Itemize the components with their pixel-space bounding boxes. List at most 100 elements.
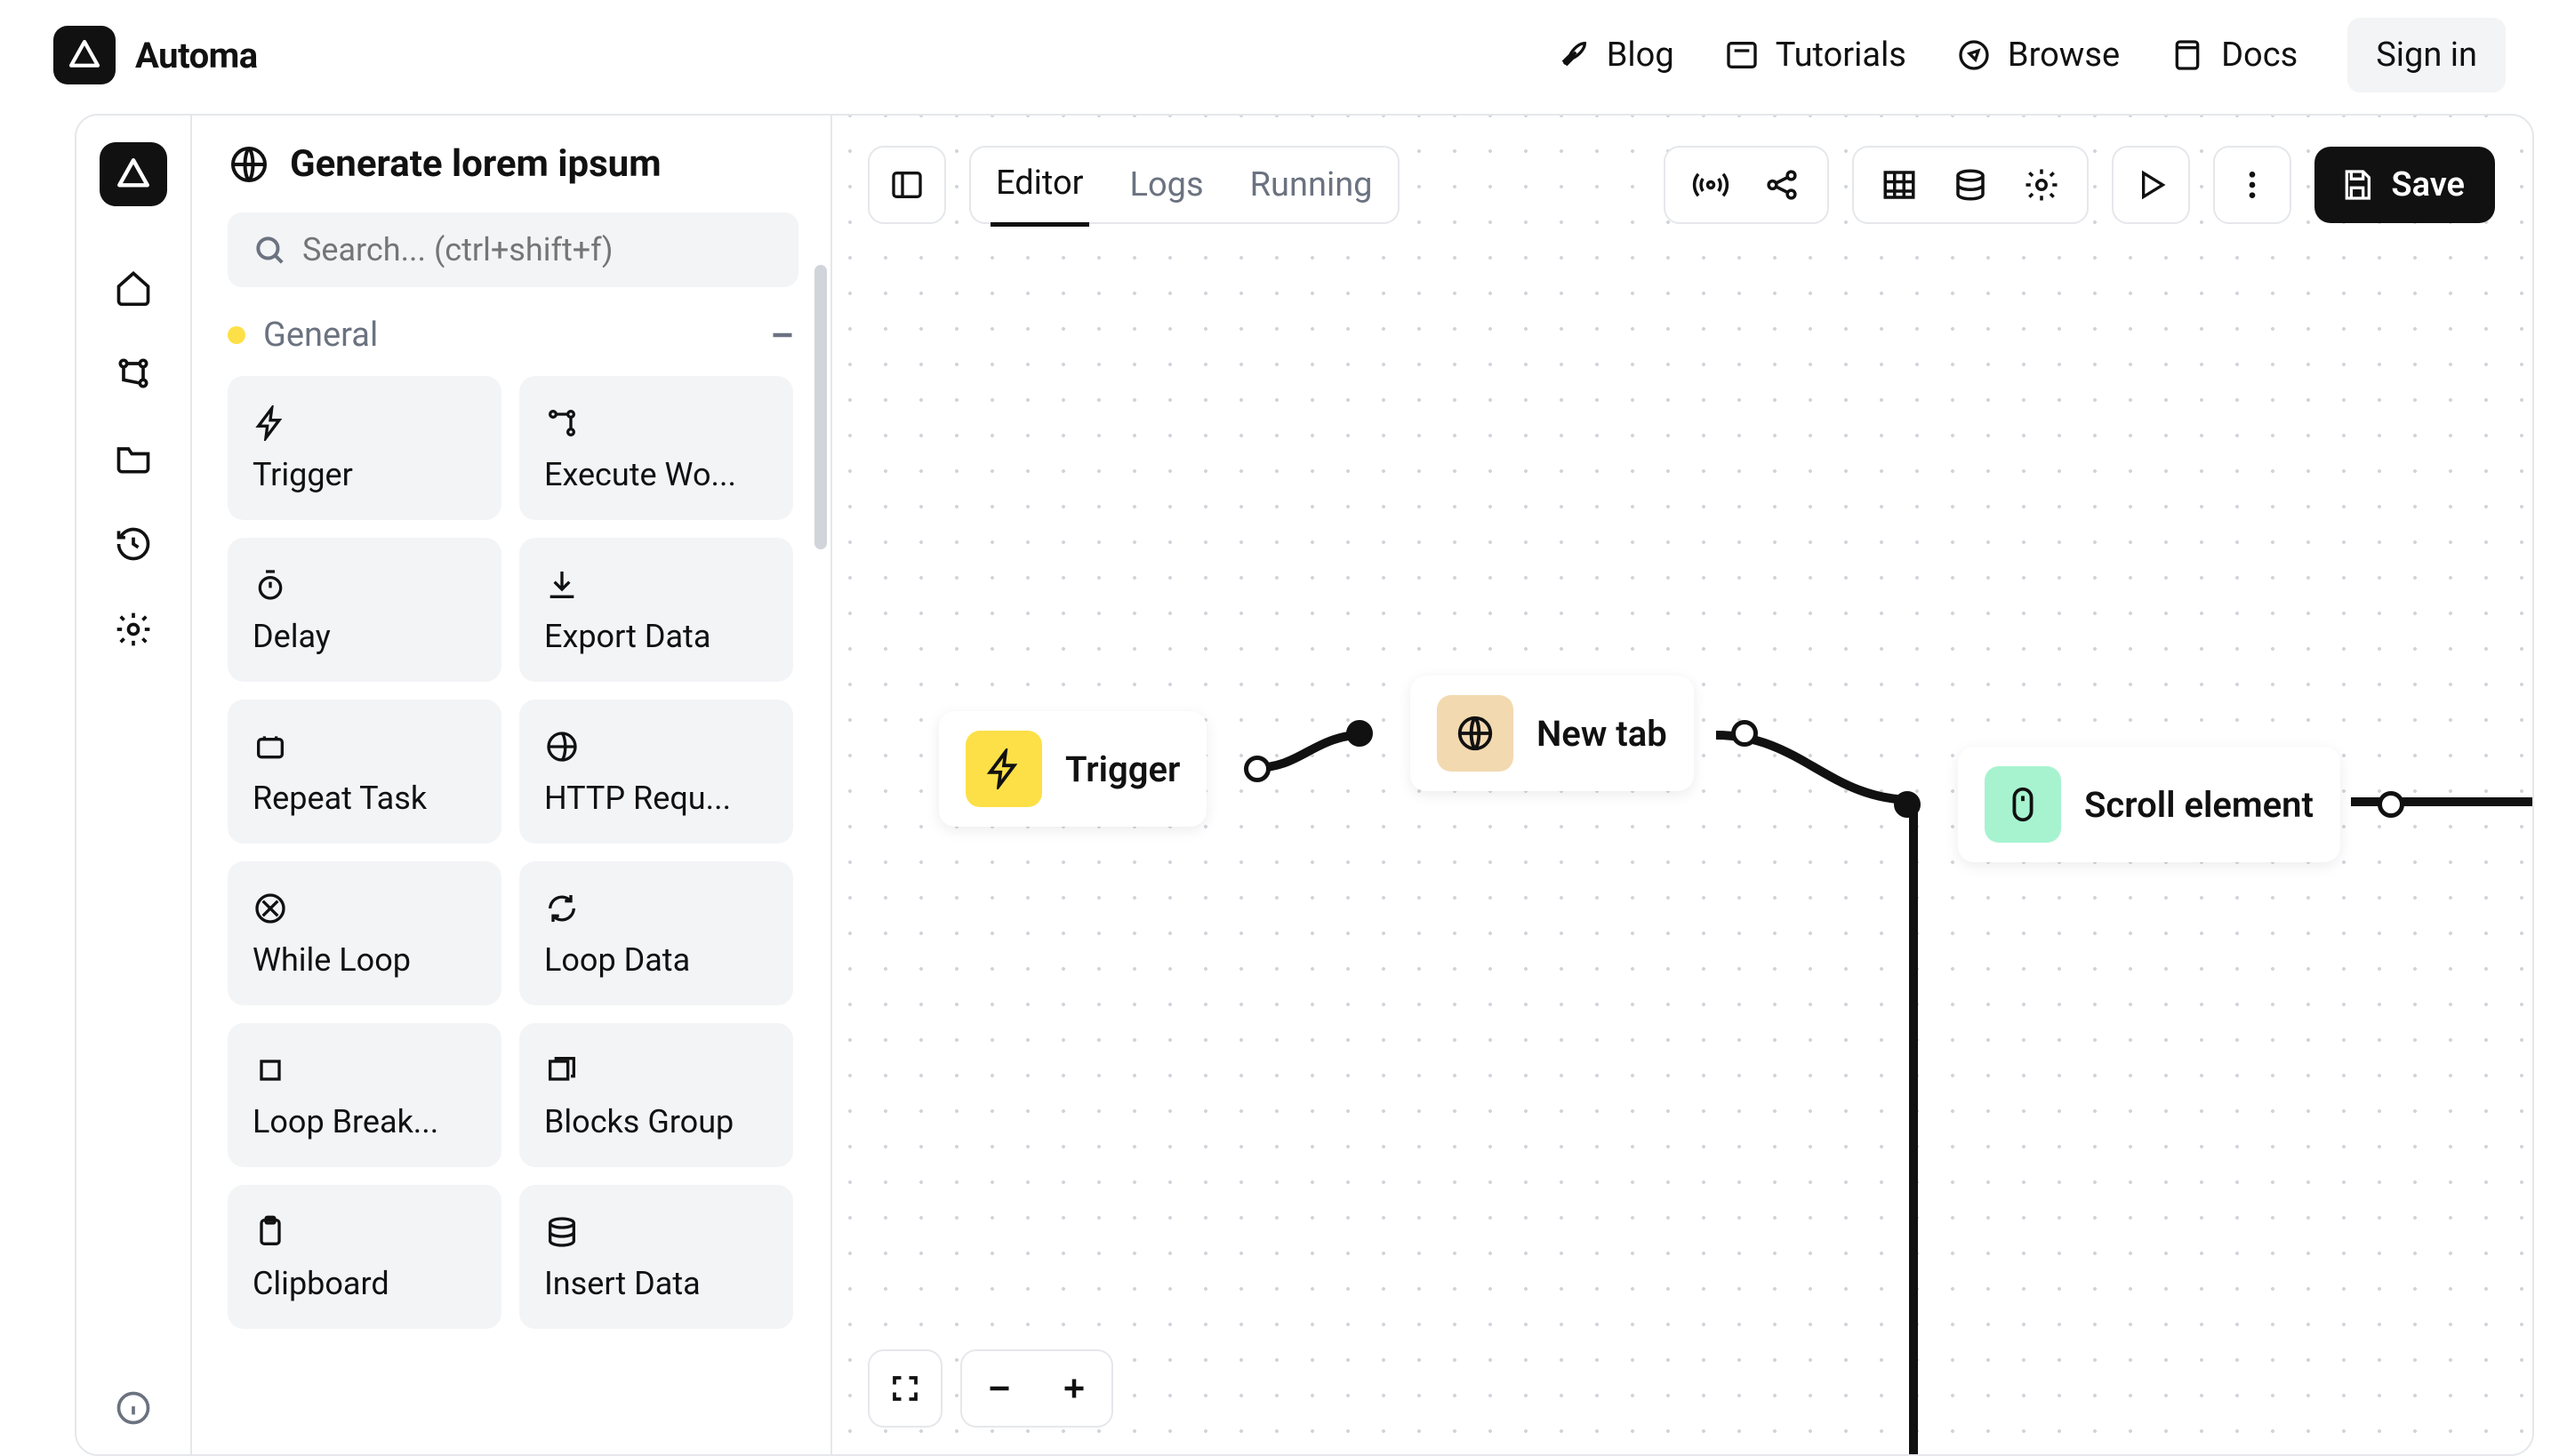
tutorial-icon	[1724, 37, 1760, 73]
search-input[interactable]	[302, 231, 774, 268]
info-icon	[114, 1388, 153, 1428]
tab-logs[interactable]: Logs	[1125, 146, 1209, 224]
rail-info[interactable]	[76, 1388, 190, 1428]
port-out[interactable]	[1731, 720, 1758, 747]
group-icon	[544, 1052, 580, 1088]
save-icon	[2339, 167, 2375, 203]
save-button[interactable]: Save	[2314, 147, 2495, 223]
share-icon	[1763, 166, 1801, 204]
brand: Automa	[53, 26, 258, 84]
mouse-icon	[2002, 784, 2043, 825]
settings-button[interactable]	[2021, 164, 2062, 205]
collapse-icon[interactable]	[766, 319, 798, 351]
port-out[interactable]	[1244, 756, 1271, 782]
loop-icon	[253, 891, 288, 926]
block-clipboard[interactable]: Clipboard	[228, 1185, 501, 1329]
node-trigger-label: Trigger	[1065, 748, 1180, 790]
nav-tutorials[interactable]: Tutorials	[1724, 36, 1906, 75]
workflow-title-row: Generate lorem ipsum	[228, 142, 798, 186]
rail-folders[interactable]	[110, 436, 156, 482]
zoom-out-button[interactable]	[962, 1349, 1037, 1428]
block-sidebar: Generate lorem ipsum General Trigger Exe…	[192, 116, 832, 1454]
node-scroll[interactable]: Scroll element	[1958, 747, 2340, 862]
zoom-in-button[interactable]	[1037, 1349, 1111, 1428]
block-execute-workflow[interactable]: Execute Wo...	[519, 376, 793, 520]
tab-editor[interactable]: Editor	[991, 144, 1089, 227]
block-insert-data[interactable]: Insert Data	[519, 1185, 793, 1329]
sign-in-button[interactable]: Sign in	[2347, 18, 2506, 92]
canvas[interactable]: Editor Logs Running	[832, 116, 2532, 1454]
more-button[interactable]	[2213, 146, 2291, 224]
topnav: Blog Tutorials Browse Docs Sign in	[1555, 18, 2506, 92]
history-icon	[114, 524, 153, 564]
repeat-icon	[253, 729, 288, 764]
block-trigger[interactable]: Trigger	[228, 376, 501, 520]
node-newtab-badge	[1437, 695, 1513, 772]
more-icon	[2234, 167, 2270, 203]
category-dot	[228, 326, 245, 344]
download-icon	[544, 567, 580, 603]
toggle-sidebar-button[interactable]	[868, 146, 946, 224]
rail-settings[interactable]	[110, 606, 156, 652]
block-delay[interactable]: Delay	[228, 538, 501, 682]
block-loop-break[interactable]: Loop Break...	[228, 1023, 501, 1167]
share-pill	[1664, 146, 1829, 224]
brand-name: Automa	[135, 35, 258, 76]
broadcast-button[interactable]	[1690, 164, 1731, 205]
category-header[interactable]: General	[228, 316, 798, 355]
timer-icon	[253, 567, 288, 603]
globe-icon	[1455, 713, 1496, 754]
block-while-loop[interactable]: While Loop	[228, 861, 501, 1005]
fit-button[interactable]	[868, 1349, 943, 1428]
nav-browse[interactable]: Browse	[1956, 36, 2120, 75]
node-trigger-badge	[966, 731, 1042, 807]
rail-workflows[interactable]	[110, 350, 156, 396]
canvas-toolbar: Editor Logs Running	[868, 142, 2495, 228]
zoom-group	[960, 1349, 1113, 1428]
play-icon	[2133, 167, 2169, 203]
storage-button[interactable]	[1950, 164, 1991, 205]
sidebar-scrollbar[interactable]	[814, 265, 827, 549]
topbar: Automa Blog Tutorials Browse Docs Sign i…	[0, 0, 2559, 110]
database-icon	[544, 1214, 580, 1250]
port-in[interactable]	[1894, 791, 1921, 818]
compass-icon	[1956, 37, 1992, 73]
block-blocks-group[interactable]: Blocks Group	[519, 1023, 793, 1167]
node-trigger[interactable]: Trigger	[939, 711, 1207, 827]
fullscreen-icon	[889, 1371, 921, 1406]
run-button[interactable]	[2112, 146, 2190, 224]
node-newtab[interactable]: New tab	[1410, 676, 1694, 791]
panel-icon	[889, 166, 925, 204]
side-rail	[76, 116, 192, 1454]
app-frame: Generate lorem ipsum General Trigger Exe…	[75, 114, 2534, 1456]
gear-icon	[2023, 166, 2060, 204]
block-search[interactable]	[228, 212, 798, 287]
node-scroll-label: Scroll element	[2084, 784, 2314, 826]
block-export-data[interactable]: Export Data	[519, 538, 793, 682]
block-http-request[interactable]: HTTP Requ...	[519, 700, 793, 844]
port-out[interactable]	[2378, 791, 2404, 818]
rail-logo[interactable]	[100, 142, 167, 206]
view-pill	[1852, 146, 2089, 224]
rail-history[interactable]	[110, 521, 156, 567]
table-button[interactable]	[1879, 164, 1920, 205]
folder-icon	[114, 439, 153, 478]
port-in[interactable]	[1346, 720, 1373, 747]
rail-home[interactable]	[110, 265, 156, 311]
refresh-icon	[544, 891, 580, 926]
share-button[interactable]	[1761, 164, 1802, 205]
zoom-controls	[868, 1349, 1113, 1428]
block-repeat-task[interactable]: Repeat Task	[228, 700, 501, 844]
workflow-icon	[114, 354, 153, 393]
node-scroll-badge	[1985, 766, 2061, 843]
nav-blog[interactable]: Blog	[1555, 36, 1674, 75]
table-icon	[1881, 166, 1918, 204]
nav-docs[interactable]: Docs	[2170, 36, 2298, 75]
block-loop-data[interactable]: Loop Data	[519, 861, 793, 1005]
bolt-icon	[253, 405, 288, 441]
tab-running[interactable]: Running	[1245, 146, 1378, 224]
clipboard-icon	[253, 1214, 288, 1250]
view-tabs: Editor Logs Running	[969, 146, 1400, 224]
plus-icon	[1058, 1372, 1090, 1404]
feather-icon	[1555, 37, 1591, 73]
